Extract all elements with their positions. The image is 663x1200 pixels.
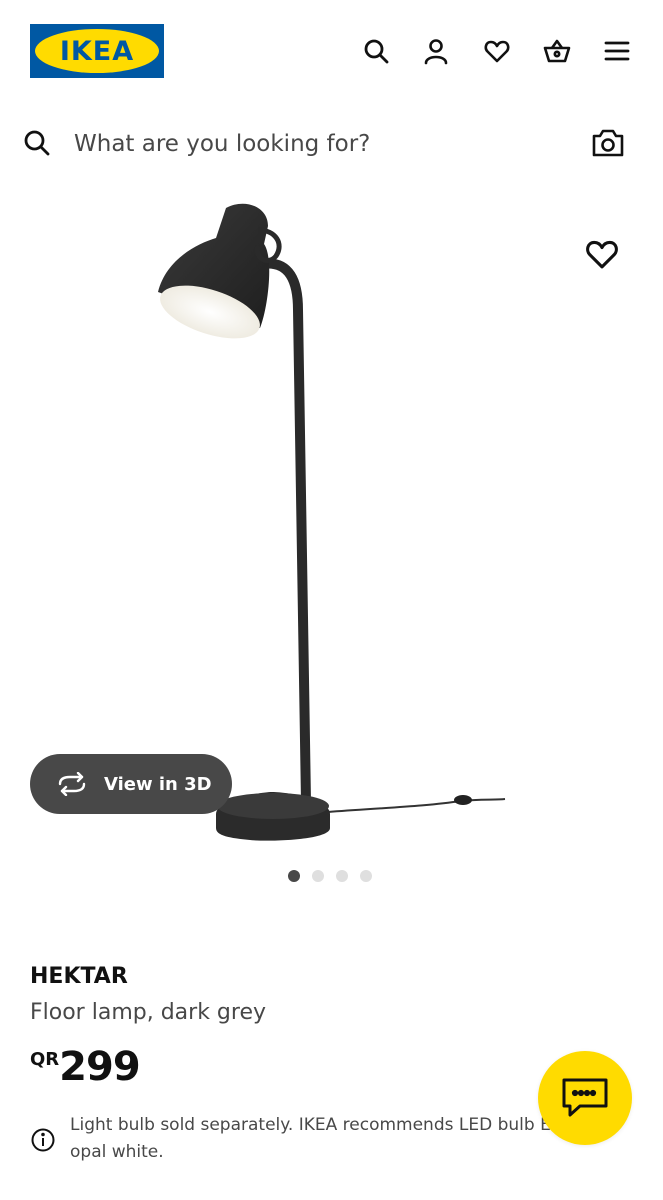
- gallery-pagination: [288, 870, 372, 884]
- pagination-dot-3[interactable]: [336, 870, 348, 882]
- product-gallery: View in 3D: [0, 190, 663, 860]
- search-icon: [24, 130, 50, 156]
- view-in-3d-button[interactable]: View in 3D: [30, 754, 232, 814]
- ikea-logo[interactable]: IKEA: [30, 24, 164, 78]
- logo-oval: IKEA: [35, 29, 159, 73]
- price-currency: QR: [30, 1049, 60, 1070]
- logo-text: IKEA: [59, 35, 135, 67]
- product-description: Floor lamp, dark grey: [30, 1000, 267, 1025]
- basket-icon[interactable]: [540, 34, 574, 68]
- price-amount: 299: [59, 1044, 140, 1090]
- info-icon: [31, 1128, 55, 1152]
- header: IKEA: [0, 0, 663, 100]
- search-input[interactable]: [74, 122, 574, 166]
- product-name: HEKTAR: [30, 964, 128, 989]
- view-in-3d-label: View in 3D: [104, 773, 212, 795]
- search-bar: [0, 112, 663, 176]
- product-image[interactable]: [150, 200, 520, 850]
- product-price: QR 299: [30, 1044, 141, 1090]
- menu-icon[interactable]: [600, 34, 634, 68]
- rotate-3d-icon: [58, 772, 86, 796]
- search-icon[interactable]: [359, 34, 393, 68]
- heart-icon[interactable]: [480, 34, 514, 68]
- chat-button[interactable]: [538, 1051, 632, 1145]
- pagination-dot-4[interactable]: [360, 870, 372, 882]
- pagination-dot-1[interactable]: [288, 870, 300, 882]
- pagination-dot-2[interactable]: [312, 870, 324, 882]
- account-icon[interactable]: [419, 34, 453, 68]
- bulb-note-text: Light bulb sold separately. IKEA recomme…: [70, 1115, 573, 1162]
- chat-icon: [562, 1078, 608, 1117]
- camera-icon[interactable]: [590, 126, 626, 160]
- favorite-heart-icon[interactable]: [584, 236, 620, 272]
